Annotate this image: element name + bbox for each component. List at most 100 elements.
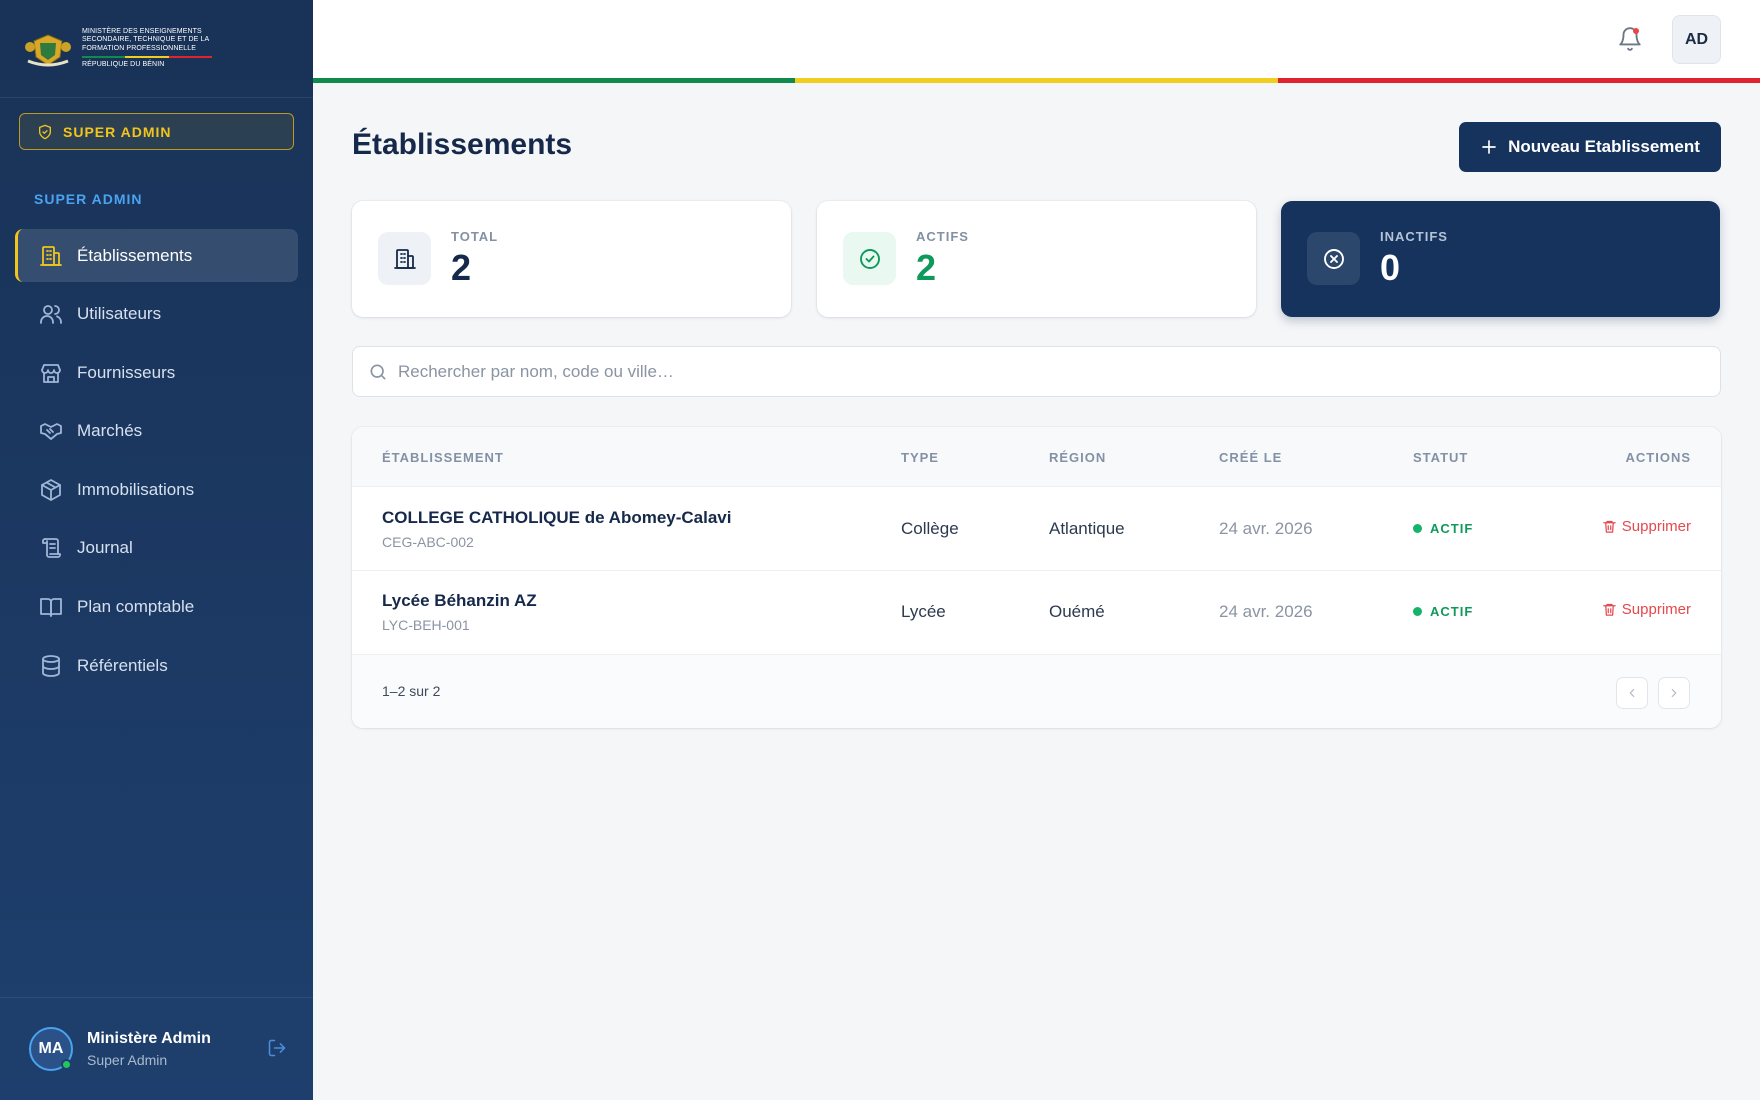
scroll-icon xyxy=(42,538,61,559)
sidebar-item-label: Utilisateurs xyxy=(77,304,162,324)
etablissements-table: ÉTABLISSEMENT TYPE RÉGION CRÉÉ LE STATUT… xyxy=(352,427,1721,728)
status-dot xyxy=(1413,524,1422,533)
type-cell: Collège xyxy=(901,519,959,538)
status-dot xyxy=(1413,607,1422,616)
stat-icon-box xyxy=(378,232,431,285)
etablissement-code: LYC-BEH-001 xyxy=(382,617,470,633)
search-input[interactable] xyxy=(398,361,1698,382)
status-badge: ACTIF xyxy=(1413,604,1473,619)
next-page-button[interactable] xyxy=(1658,677,1690,709)
status-label: ACTIF xyxy=(1430,521,1474,536)
building-icon xyxy=(393,248,416,269)
x-circle-icon xyxy=(1323,248,1344,269)
bell-icon[interactable] xyxy=(1617,26,1643,52)
plus-icon xyxy=(1482,140,1496,154)
online-status-dot xyxy=(61,1059,72,1070)
ministry-name-line-3: FORMATION PROFESSIONNELLE xyxy=(82,44,196,52)
avatar[interactable]: MA xyxy=(29,1027,73,1071)
country-name: RÉPUBLIQUE DU BÉNIN xyxy=(82,61,165,68)
sidebar-item-label: Plan comptable xyxy=(77,597,195,617)
sidebar-item-immobilisations[interactable]: Immobilisations xyxy=(15,463,298,516)
new-etablissement-button[interactable]: Nouveau Etablissement xyxy=(1459,122,1721,172)
column-header-type[interactable]: TYPE xyxy=(901,450,939,465)
table-footer: 1–2 sur 2 xyxy=(352,655,1721,728)
package-icon xyxy=(41,478,61,501)
trash-icon xyxy=(1603,520,1616,533)
region-cell: Atlantique xyxy=(1049,519,1125,538)
sidebar-item-etablissements[interactable]: Établissements xyxy=(15,229,298,282)
user-name: Ministère Admin xyxy=(87,1030,211,1047)
etablissement-name[interactable]: COLLEGE CATHOLIQUE de Abomey-Calavi xyxy=(382,508,732,528)
sidebar: MINISTÈRE DES ENSEIGNEMENTS SECONDAIRE, … xyxy=(0,0,313,1100)
book-icon xyxy=(40,598,62,617)
stat-icon-box xyxy=(1307,232,1360,285)
stat-value: 0 xyxy=(1380,247,1401,288)
delete-button[interactable]: Supprimer xyxy=(1602,601,1691,618)
etablissement-code: CEG-ABC-002 xyxy=(382,534,474,550)
etablissement-name[interactable]: Lycée Béhanzin AZ xyxy=(382,591,537,611)
page-title: Établissements xyxy=(352,128,573,161)
user-profile: MA Ministère Admin Super Admin xyxy=(0,997,313,1100)
coat-of-arms-icon xyxy=(25,33,71,66)
ministry-name-line-1: MINISTÈRE DES ENSEIGNEMENTS xyxy=(82,27,202,35)
stat-label: ACTIFS xyxy=(916,229,969,244)
etablissement-cell: COLLEGE CATHOLIQUE de Abomey-Calavi CEG-… xyxy=(382,508,732,550)
delete-button[interactable]: Supprimer xyxy=(1602,518,1691,535)
column-header-cree-le[interactable]: CRÉÉ LE xyxy=(1219,450,1282,465)
nav-section-title: SUPER ADMIN xyxy=(34,191,143,207)
user-avatar-button[interactable]: AD xyxy=(1672,15,1721,64)
prev-page-button[interactable] xyxy=(1616,677,1648,709)
sidebar-nav: Établissements Utilisateurs Fournisseurs… xyxy=(15,229,298,698)
chevron-left-icon xyxy=(1629,688,1635,698)
delete-label: Supprimer xyxy=(1621,601,1691,618)
chevron-right-icon xyxy=(1671,688,1677,698)
database-icon xyxy=(42,654,60,677)
column-header-etablissement[interactable]: ÉTABLISSEMENT xyxy=(382,450,504,465)
sidebar-item-utilisateurs[interactable]: Utilisateurs xyxy=(15,288,298,341)
table-row[interactable]: COLLEGE CATHOLIQUE de Abomey-Calavi CEG-… xyxy=(352,487,1721,571)
topbar xyxy=(313,0,1760,78)
sidebar-item-plan-comptable[interactable]: Plan comptable xyxy=(15,581,298,634)
avatar-initials: MA xyxy=(38,1040,64,1057)
notification-dot xyxy=(1633,28,1639,34)
column-header-region[interactable]: RÉGION xyxy=(1049,450,1106,465)
status-badge: ACTIF xyxy=(1413,521,1473,536)
ministry-logo: MINISTÈRE DES ENSEIGNEMENTS SECONDAIRE, … xyxy=(0,0,313,98)
stat-card-total: TOTAL 2 xyxy=(352,201,791,317)
sidebar-item-fournisseurs[interactable]: Fournisseurs xyxy=(15,346,298,399)
region-cell: Ouémé xyxy=(1049,602,1105,621)
trash-icon xyxy=(1603,603,1616,616)
search-icon xyxy=(370,364,386,379)
delete-label: Supprimer xyxy=(1621,518,1691,535)
sidebar-item-label: Journal xyxy=(77,538,133,558)
shield-check-icon xyxy=(39,124,51,139)
users-icon xyxy=(40,305,62,324)
type-cell: Lycée xyxy=(901,602,946,621)
sidebar-item-label: Établissements xyxy=(77,245,193,265)
stat-value: 2 xyxy=(916,247,937,288)
user-role: Super Admin xyxy=(87,1052,168,1068)
column-header-statut[interactable]: STATUT xyxy=(1413,450,1468,465)
stat-label: TOTAL xyxy=(451,229,499,244)
table-header: ÉTABLISSEMENT TYPE RÉGION CRÉÉ LE STATUT… xyxy=(352,427,1721,487)
stat-icon-box xyxy=(843,232,896,285)
sidebar-item-journal[interactable]: Journal xyxy=(15,522,298,575)
check-circle-icon xyxy=(859,248,880,269)
table-row[interactable]: Lycée Béhanzin AZ LYC-BEH-001 Lycée Ouém… xyxy=(352,571,1721,655)
logo-flag-stripe xyxy=(82,56,212,58)
stat-value: 2 xyxy=(451,247,472,288)
search-bar xyxy=(352,346,1721,397)
handshake-icon xyxy=(40,423,62,441)
sidebar-item-marches[interactable]: Marchés xyxy=(15,405,298,458)
column-header-actions: ACTIONS xyxy=(1625,450,1691,465)
sidebar-item-referentiels[interactable]: Référentiels xyxy=(15,639,298,692)
sidebar-item-label: Référentiels xyxy=(77,655,168,675)
stat-label: INACTIFS xyxy=(1380,229,1448,244)
sidebar-item-label: Immobilisations xyxy=(77,479,195,499)
avatar-initials: AD xyxy=(1684,30,1709,48)
national-flag-stripe xyxy=(313,78,1760,83)
pagination-info: 1–2 sur 2 xyxy=(382,683,441,699)
logout-icon[interactable] xyxy=(267,1038,287,1058)
stat-card-inactifs: INACTIFS 0 xyxy=(1281,201,1720,317)
created-date-cell: 24 avr. 2026 xyxy=(1219,519,1313,538)
